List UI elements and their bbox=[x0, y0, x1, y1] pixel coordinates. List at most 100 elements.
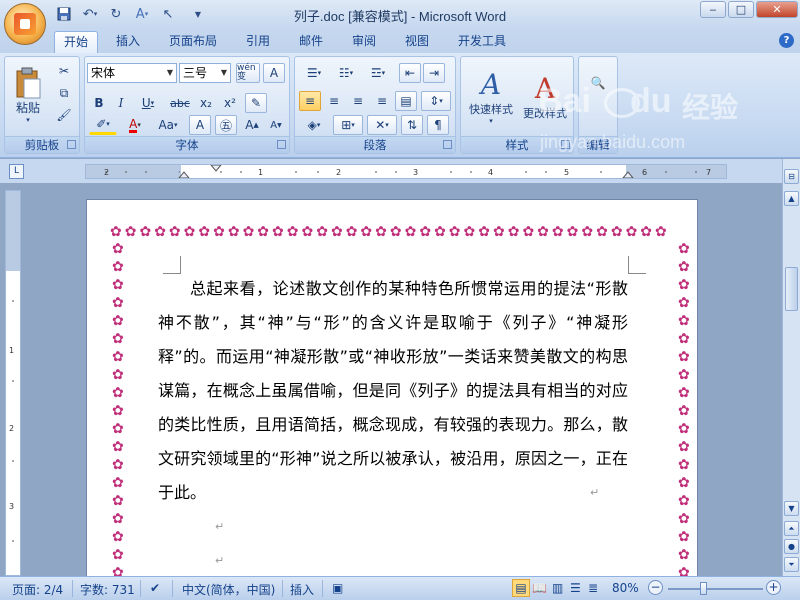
scroll-up-button[interactable]: ▲ bbox=[784, 191, 799, 206]
decrease-indent-icon[interactable]: ⇤ bbox=[399, 63, 421, 83]
borders-icon[interactable]: ⊞ ▾ bbox=[333, 115, 363, 135]
chinese-layout-icon[interactable]: ✕ ▾ bbox=[367, 115, 397, 135]
close-button[interactable]: ✕ bbox=[756, 1, 798, 18]
align-center-icon[interactable]: ≡ bbox=[323, 91, 345, 111]
print-layout-view-icon[interactable]: ▤ bbox=[512, 579, 530, 597]
macro-record-icon[interactable]: ▣ bbox=[332, 581, 343, 595]
format-painter-icon[interactable]: 🖌 bbox=[53, 105, 75, 125]
tab-selector[interactable]: L bbox=[9, 164, 24, 179]
proofing-icon[interactable]: ✔ bbox=[150, 581, 160, 595]
change-styles-button[interactable]: A 更改样式 bbox=[519, 61, 571, 131]
insert-mode[interactable]: 插入 bbox=[290, 581, 314, 598]
zoom-in-button[interactable]: + bbox=[766, 580, 781, 595]
zoom-slider-track[interactable] bbox=[668, 588, 763, 590]
zoom-slider-thumb[interactable] bbox=[700, 582, 707, 595]
highlight-icon[interactable]: ✐ ▾ bbox=[89, 115, 117, 135]
find-icon[interactable]: 🔍 bbox=[583, 63, 613, 103]
multilevel-list-icon[interactable]: ☲ ▾ bbox=[363, 63, 393, 83]
shading-icon[interactable]: ◈ ▾ bbox=[299, 115, 329, 135]
zoom-out-button[interactable]: − bbox=[648, 580, 663, 595]
tab-review[interactable]: 审阅 bbox=[343, 31, 385, 53]
draft-view-icon[interactable]: ≣ bbox=[588, 581, 598, 595]
vertical-scrollbar[interactable]: ⊟ ▲ ▼ ⏶ ● ⏷ bbox=[782, 159, 800, 576]
tab-page-layout[interactable]: 页面布局 bbox=[160, 31, 226, 53]
tab-references[interactable]: 引用 bbox=[237, 31, 279, 53]
font-group: 宋体 ▼ 三号 ▼ wén 变 A B I U ▾ abc x₂ x² ✎ ✐ ▾ A ▾… bbox=[84, 56, 290, 154]
vertical-ruler[interactable]: 1 2 3 bbox=[5, 190, 21, 576]
superscript-button[interactable]: x² bbox=[219, 93, 241, 113]
help-icon[interactable]: ? bbox=[779, 33, 794, 48]
sort-icon[interactable]: ⇅ bbox=[401, 115, 423, 135]
enclose-char-icon[interactable]: ㊄ bbox=[215, 115, 237, 135]
scroll-down-button[interactable]: ▼ bbox=[784, 501, 799, 516]
tab-view[interactable]: 视图 bbox=[396, 31, 438, 53]
crop-mark-right bbox=[628, 256, 646, 274]
copy-icon[interactable]: ⧉ bbox=[53, 83, 75, 103]
change-styles-icon: A bbox=[534, 71, 556, 105]
page-indicator[interactable]: 页面: 2/4 bbox=[12, 581, 63, 598]
document-body-text[interactable]: 总起来看，论述散文创作的某种特色所惯常运用的提法“形散神不散”，其“神”与“形”… bbox=[158, 272, 628, 510]
change-case-label: Aa bbox=[158, 118, 175, 132]
zoom-level[interactable]: 80% bbox=[612, 581, 639, 595]
paragraph-group: ☰ ▾ ☷ ▾ ☲ ▾ ⇤ ⇥ ≡ ≡ ≡ ≡ ▤ ⇕ ▾ ◈ ▾ ⊞ ▾ ✕ ▾ ⇅ ¶ 段… bbox=[294, 56, 456, 154]
quick-styles-label: 快速样式 bbox=[469, 102, 513, 116]
shrink-font-button[interactable]: A ▼ bbox=[265, 115, 287, 135]
word-count[interactable]: 字数: 731 bbox=[80, 581, 135, 598]
styles-launcher-icon[interactable] bbox=[561, 140, 570, 149]
italic-button[interactable]: I bbox=[111, 93, 131, 113]
office-button[interactable] bbox=[4, 3, 46, 45]
title-bar: ↶ ▾ ↻ A ▾ ↖ ▼ 列子.doc [兼容模式] - Microsoft Wo… bbox=[0, 0, 800, 28]
underline-button[interactable]: U ▾ bbox=[135, 93, 161, 113]
tab-mailings[interactable]: 邮件 bbox=[290, 31, 332, 53]
show-marks-icon[interactable]: ¶ bbox=[427, 115, 449, 135]
distributed-icon[interactable]: ▤ bbox=[395, 91, 417, 111]
strikethrough-button[interactable]: abc bbox=[167, 93, 193, 113]
horizontal-ruler[interactable]: 2 · 1 2 3 4 5 6 7 bbox=[85, 164, 727, 179]
align-left-icon[interactable]: ≡ bbox=[299, 91, 321, 111]
full-screen-view-icon[interactable]: 📖 bbox=[532, 581, 547, 595]
cut-icon[interactable]: ✂ bbox=[53, 61, 75, 81]
paste-button[interactable]: 粘贴 ▾ bbox=[9, 59, 47, 131]
editing-group: 🔍 编辑 bbox=[578, 56, 618, 154]
clear-format-button[interactable]: A bbox=[263, 63, 285, 83]
web-layout-view-icon[interactable]: ▥ bbox=[552, 581, 563, 595]
line-spacing-icon[interactable]: ⇕ ▾ bbox=[421, 91, 451, 111]
grow-font-button[interactable]: A ▲ bbox=[241, 115, 263, 135]
align-right-icon[interactable]: ≡ bbox=[347, 91, 369, 111]
ruler-toggle-icon[interactable]: ⊟ bbox=[784, 169, 799, 184]
numbering-icon[interactable]: ☷ ▾ bbox=[331, 63, 361, 83]
next-page-icon[interactable]: ⏷ bbox=[784, 557, 799, 572]
browse-object-icon[interactable]: ● bbox=[784, 539, 799, 554]
outline-view-icon[interactable]: ☰ bbox=[570, 581, 581, 595]
text-effect-icon[interactable]: ✎ bbox=[245, 93, 267, 113]
bullets-icon[interactable]: ☰ ▾ bbox=[299, 63, 329, 83]
tab-home[interactable]: 开始 bbox=[54, 31, 99, 53]
maximize-button[interactable]: □ bbox=[728, 1, 754, 18]
increase-indent-icon[interactable]: ⇥ bbox=[423, 63, 445, 83]
shrink-font-label: A bbox=[270, 119, 278, 131]
char-shading-icon[interactable]: A bbox=[189, 115, 211, 135]
previous-page-icon[interactable]: ⏶ bbox=[784, 521, 799, 536]
svg-text:2: 2 bbox=[104, 168, 109, 177]
font-launcher-icon[interactable] bbox=[277, 140, 286, 149]
font-name-combo[interactable]: 宋体 ▼ bbox=[87, 63, 177, 83]
quick-styles-button[interactable]: A 快速样式 ▾ bbox=[465, 61, 517, 131]
font-size-combo[interactable]: 三号 ▼ bbox=[179, 63, 231, 83]
tab-developer[interactable]: 开发工具 bbox=[449, 31, 515, 53]
window-title: 列子.doc [兼容模式] - Microsoft Word bbox=[293, 9, 507, 24]
clipboard-launcher-icon[interactable] bbox=[67, 140, 76, 149]
svg-text:1: 1 bbox=[258, 168, 263, 177]
justify-icon[interactable]: ≡ bbox=[371, 91, 393, 111]
minimize-button[interactable]: ‒ bbox=[700, 1, 726, 18]
svg-text:3: 3 bbox=[413, 168, 418, 177]
paragraph-launcher-icon[interactable] bbox=[443, 140, 452, 149]
phonetic-guide-button[interactable]: wén 变 bbox=[236, 63, 260, 83]
scroll-thumb[interactable] bbox=[785, 267, 798, 311]
tab-insert[interactable]: 插入 bbox=[107, 31, 149, 53]
font-color-button[interactable]: A ▾ bbox=[121, 115, 149, 135]
language-indicator[interactable]: 中文(简体，中国) bbox=[182, 581, 275, 598]
subscript-button[interactable]: x₂ bbox=[195, 93, 217, 113]
bold-button[interactable]: B bbox=[89, 93, 109, 113]
change-case-button[interactable]: Aa ▾ bbox=[153, 115, 183, 135]
office-logo-icon bbox=[14, 13, 36, 35]
